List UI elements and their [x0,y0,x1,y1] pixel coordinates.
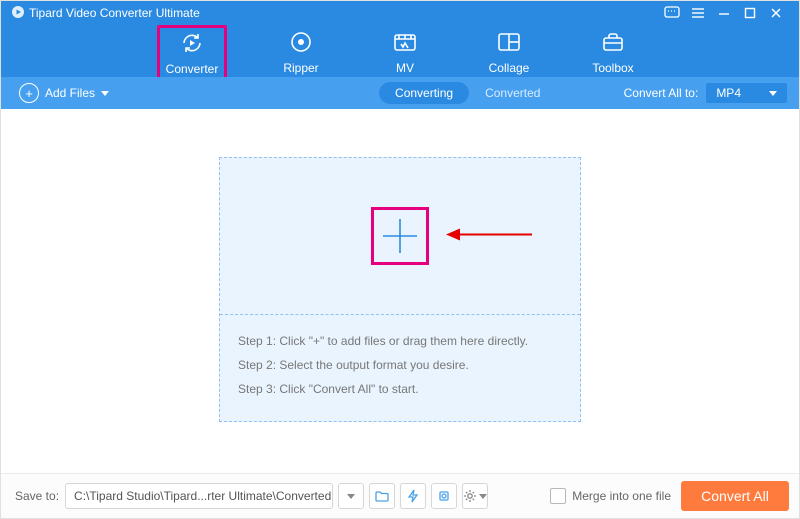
convert-all-to: Convert All to: MP4 [624,83,787,103]
step-text: Step 3: Click "Convert All" to start. [238,377,562,401]
nav-ripper[interactable]: Ripper [271,29,331,75]
save-path-field[interactable]: C:\Tipard Studio\Tipard...rter Ultimate\… [65,483,333,509]
nav-collage[interactable]: Collage [479,29,539,75]
annotation-arrow-icon [446,227,532,246]
dropzone-top [220,158,580,314]
titlebar: Tipard Video Converter Ultimate [1,1,799,25]
state-tabs: Converting Converted [379,82,556,104]
gpu-accel-button[interactable] [431,483,457,509]
merge-label: Merge into one file [572,489,671,503]
open-folder-button[interactable] [369,483,395,509]
toolbox-icon [601,31,625,56]
convert-all-button[interactable]: Convert All [681,481,789,511]
chevron-down-icon [101,91,109,96]
chevron-down-icon [769,91,777,96]
ripper-icon [289,30,313,57]
mv-icon [393,31,417,56]
step-text: Step 1: Click "+" to add files or drag t… [238,329,562,353]
output-format-select[interactable]: MP4 [706,83,787,103]
merge-checkbox[interactable]: Merge into one file [550,488,671,504]
nav-label: Converter [166,62,219,76]
collage-icon [497,31,521,56]
content-area: Step 1: Click "+" to add files or drag t… [1,109,799,473]
tab-converting[interactable]: Converting [379,82,469,104]
nav-label: Ripper [283,61,318,75]
save-to-label: Save to: [15,489,59,503]
toolbar: + Add Files Converting Converted Convert… [1,77,799,109]
dropzone[interactable]: Step 1: Click "+" to add files or drag t… [219,157,581,422]
nav-converter[interactable]: Converter [157,25,227,83]
nav-toolbox[interactable]: Toolbox [583,29,643,75]
app-window: Tipard Video Converter Ultimate Converte… [0,0,800,519]
step-text: Step 2: Select the output format you des… [238,353,562,377]
settings-button[interactable] [462,483,488,509]
add-files-label: Add Files [45,86,95,100]
high-speed-button[interactable] [400,483,426,509]
main-nav: Converter Ripper MV Collage Toolbox [1,25,799,83]
convert-all-to-label: Convert All to: [624,86,699,100]
app-logo-icon [11,5,25,22]
nav-label: Toolbox [592,61,633,75]
steps-panel: Step 1: Click "+" to add files or drag t… [220,315,580,421]
maximize-button[interactable] [737,1,763,25]
converter-icon [179,30,205,59]
close-button[interactable] [763,1,789,25]
add-file-plus-button[interactable] [371,207,429,265]
header: Tipard Video Converter Ultimate Converte… [1,1,799,77]
nav-label: Collage [489,61,530,75]
chevron-down-icon [347,494,355,499]
footer: Save to: C:\Tipard Studio\Tipard...rter … [1,473,799,518]
minimize-button[interactable] [711,1,737,25]
output-format-value: MP4 [716,86,741,100]
add-files-button[interactable]: + Add Files [19,83,109,103]
tab-converted[interactable]: Converted [469,82,556,104]
nav-label: MV [396,61,414,75]
app-title: Tipard Video Converter Ultimate [29,6,200,20]
nav-mv[interactable]: MV [375,29,435,75]
feedback-icon[interactable] [659,1,685,25]
menu-icon[interactable] [685,1,711,25]
plus-circle-icon: + [19,83,39,103]
chevron-down-icon [479,494,487,499]
path-dropdown-button[interactable] [338,483,364,509]
checkbox-box [550,488,566,504]
